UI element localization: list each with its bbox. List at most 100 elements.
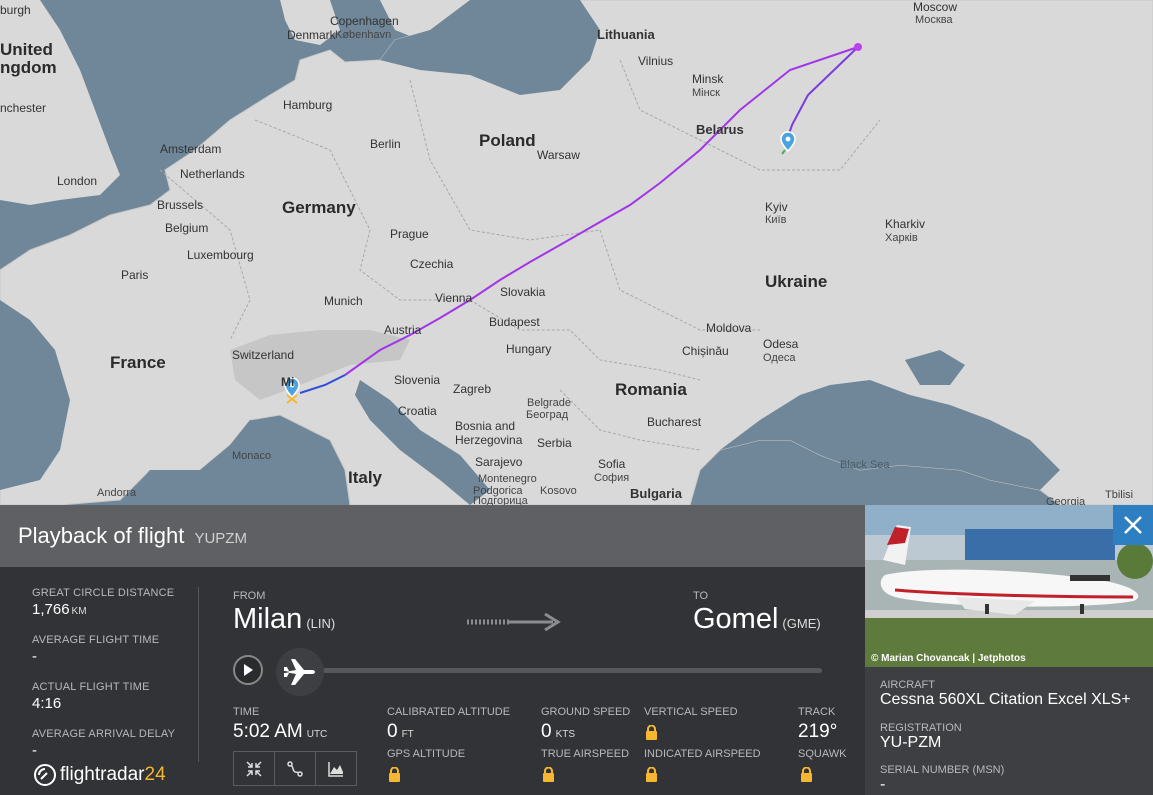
registration-label: Registration xyxy=(880,722,962,734)
aircraft-label: Aircraft xyxy=(880,679,935,691)
playback-slider-handle[interactable] xyxy=(276,648,324,696)
label-montenegro: Montenegro xyxy=(478,473,537,485)
aircraft-photo[interactable]: © Marian Chovancak | Jetphotos xyxy=(865,505,1153,667)
photo-credit: © Marian Chovancak | Jetphotos xyxy=(871,653,1026,664)
route-end-dot xyxy=(854,43,862,51)
label-budapest: Budapest xyxy=(489,315,540,329)
vertical-speed-label: Vertical Speed xyxy=(644,706,738,718)
panel-header: Playback of flight YUPZM xyxy=(0,505,865,567)
label-slovakia: Slovakia xyxy=(500,285,546,299)
track-value: 219° xyxy=(798,721,838,742)
route-view-button[interactable] xyxy=(275,752,316,785)
great-circle-label: Great Circle Distance xyxy=(32,587,175,599)
true-airspeed-label: True Airspeed xyxy=(541,748,630,760)
label-romania: Romania xyxy=(615,380,687,399)
label-luxembourg: Luxembourg xyxy=(187,248,254,262)
close-icon xyxy=(1124,516,1142,534)
label-austria: Austria xyxy=(384,323,422,337)
aircraft-photo-image xyxy=(865,505,1153,667)
label-switzerland: Switzerland xyxy=(232,348,294,362)
label-berlin: Berlin xyxy=(370,137,401,151)
time-value: 5:02 AM UTC xyxy=(233,721,327,743)
label-netherlands: Netherlands xyxy=(180,167,245,181)
map-canvas[interactable]: United ngdom France Germany Poland Belar… xyxy=(0,0,1153,505)
label-podgorica-cyr: Подгорица xyxy=(473,495,529,505)
lock-icon xyxy=(646,767,657,782)
panel-title: Playback of flight YUPZM xyxy=(18,523,247,549)
time-label: Time xyxy=(233,706,260,718)
label-ukraine: Ukraine xyxy=(765,272,827,291)
great-circle-value: 1,766 KM xyxy=(32,601,192,618)
cal-alt-number: 0 xyxy=(387,721,398,742)
label-sofia: Sofia xyxy=(598,457,626,471)
label-moldova: Moldova xyxy=(706,321,752,335)
label-slovenia: Slovenia xyxy=(394,373,440,387)
label-hamburg: Hamburg xyxy=(283,98,332,112)
close-button[interactable] xyxy=(1113,505,1153,545)
flight-stats: Great Circle Distance 1,766 KM Average Fl… xyxy=(32,587,192,775)
label-kharkiv-cyr: Харків xyxy=(885,232,918,244)
flight-info-panel: Playback of flight YUPZM Great Circle Di… xyxy=(0,505,865,795)
label-belarus: Belarus xyxy=(696,122,744,137)
label-kosovo: Kosovo xyxy=(540,485,577,497)
label-bosnia-1: Bosnia and xyxy=(455,419,515,433)
center-view-button[interactable] xyxy=(234,752,275,785)
label-kharkiv: Kharkiv xyxy=(885,217,925,231)
panel-title-text: Playback of flight xyxy=(18,523,185,548)
playback-timeline[interactable] xyxy=(300,668,822,673)
airplane-icon xyxy=(284,659,315,685)
label-munich: Munich xyxy=(324,294,363,308)
label-croatia: Croatia xyxy=(398,404,437,418)
registration-value: YU-PZM xyxy=(880,734,942,751)
aircraft-value: Cessna 560XL Citation Excel XLS+ xyxy=(880,691,1131,708)
squawk-label: Squawk xyxy=(798,748,847,760)
label-france: France xyxy=(110,353,166,372)
label-chisinau: Chișinău xyxy=(682,344,729,358)
serial-value: - xyxy=(880,776,886,793)
play-button[interactable] xyxy=(233,655,263,685)
view-mode-buttons xyxy=(233,751,357,786)
label-georgia: Georgia xyxy=(1046,496,1086,505)
avg-delay-value: - xyxy=(32,742,37,759)
time-number: 5:02 AM xyxy=(233,721,303,742)
from-city: Milan (LIN) xyxy=(233,603,335,636)
label-denmark: Denmark xyxy=(287,28,337,42)
label-belgium: Belgium xyxy=(165,221,208,235)
from-label: FROM xyxy=(233,590,266,602)
serial-label: Serial Number (MSN) xyxy=(880,764,1005,776)
label-hungary: Hungary xyxy=(506,342,551,356)
label-germany: Germany xyxy=(282,198,356,217)
label-bucharest: Bucharest xyxy=(647,415,702,429)
from-city-name: Milan xyxy=(233,603,303,635)
label-kyiv: Kyiv xyxy=(765,200,788,214)
graph-view-button[interactable] xyxy=(316,752,356,785)
label-sofia-cyr: София xyxy=(594,472,629,484)
collapse-arrows-icon xyxy=(246,760,262,777)
label-vienna: Vienna xyxy=(435,291,472,305)
label-copenhagen: Copenhagen xyxy=(330,14,399,28)
flightradar24-logo: flightradar 24 xyxy=(33,763,166,787)
label-black-sea: Black Sea xyxy=(840,459,890,471)
label-poland: Poland xyxy=(479,131,536,150)
from-code: (LIN) xyxy=(306,616,336,631)
to-city-name: Gomel xyxy=(693,603,779,635)
label-bosnia-2: Herzegovina xyxy=(455,433,523,447)
to-code: (GME) xyxy=(782,616,821,631)
label-moscow-cyr: Москва xyxy=(915,14,953,26)
time-unit: UTC xyxy=(306,729,328,740)
label-odesa: Odesa xyxy=(763,337,799,351)
actual-flight-label: Actual Flight Time xyxy=(32,681,150,693)
logo-number: 24 xyxy=(144,764,166,785)
cal-alt-value: 0 FT xyxy=(387,721,414,743)
ground-speed-label: Ground Speed xyxy=(541,706,631,718)
play-icon xyxy=(244,664,253,676)
flight-playback-screen: United ngdom France Germany Poland Belar… xyxy=(0,0,1153,795)
label-tbilisi: Tbilisi xyxy=(1105,489,1133,501)
label-czechia: Czechia xyxy=(410,257,454,271)
flight-registration-tag: YUPZM xyxy=(194,530,247,547)
label-copenhagen-cyr: København xyxy=(335,29,391,41)
radar-logo-icon xyxy=(34,764,56,786)
great-circle-number: 1,766 xyxy=(32,601,70,618)
route-icon xyxy=(287,760,303,777)
map-view[interactable]: United ngdom France Germany Poland Belar… xyxy=(0,0,1153,505)
